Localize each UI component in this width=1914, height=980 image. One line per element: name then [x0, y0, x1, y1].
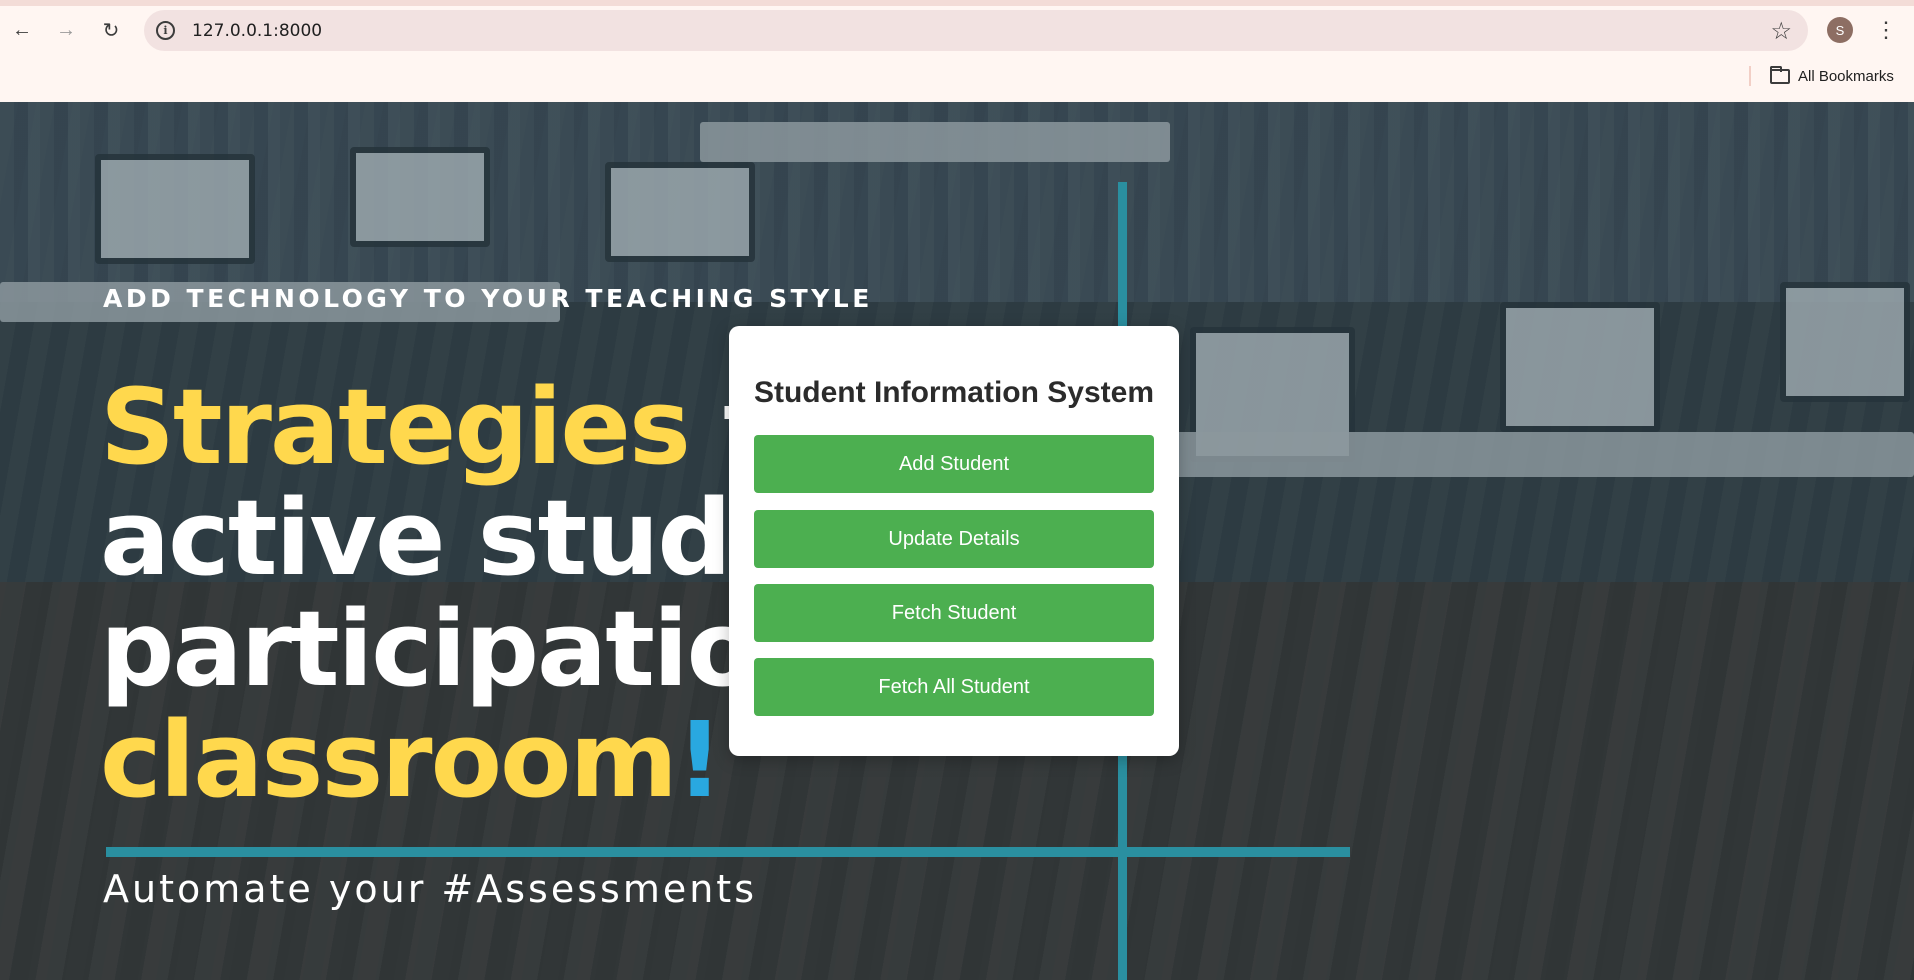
- all-bookmarks-button[interactable]: All Bookmarks: [1770, 64, 1894, 88]
- headline-exclamation: !: [675, 699, 723, 821]
- kebab-menu-icon[interactable]: ⋮: [1874, 14, 1898, 46]
- browser-chrome: ← → ↻ i 127.0.0.1:8000 ☆ S ⋮ All Bookmar…: [0, 0, 1914, 102]
- back-button[interactable]: ←: [6, 14, 38, 46]
- hero-tagline: ADD TECHNOLOGY TO YOUR TEACHING STYLE: [103, 284, 873, 313]
- tab-strip: [0, 0, 1914, 6]
- add-student-button[interactable]: Add Student: [754, 435, 1154, 493]
- star-icon[interactable]: ☆: [1770, 17, 1792, 46]
- address-bar[interactable]: i 127.0.0.1:8000 ☆: [144, 10, 1808, 51]
- teal-horizontal-line: [106, 847, 1350, 857]
- url-text[interactable]: 127.0.0.1:8000: [192, 21, 322, 41]
- profile-initial: S: [1835, 22, 1845, 38]
- hero-subtitle: Automate your #Assessments: [103, 867, 757, 911]
- all-bookmarks-label: All Bookmarks: [1798, 67, 1894, 85]
- fetch-student-button[interactable]: Fetch Student: [754, 584, 1154, 642]
- info-icon[interactable]: i: [156, 21, 175, 40]
- headline-highlight-classroom: classroom: [100, 699, 678, 821]
- arrow-right-icon: →: [56, 18, 76, 41]
- reload-icon: ↻: [102, 19, 120, 42]
- update-details-button[interactable]: Update Details: [754, 510, 1154, 568]
- page-content: ADD TECHNOLOGY TO YOUR TEACHING STYLE St…: [0, 102, 1914, 980]
- headline-highlight-strategies: Strategies: [100, 366, 691, 488]
- fetch-all-student-button[interactable]: Fetch All Student: [754, 658, 1154, 716]
- folder-icon: [1770, 65, 1790, 84]
- forward-button[interactable]: →: [50, 14, 82, 46]
- profile-avatar[interactable]: S: [1827, 17, 1853, 43]
- bookmarks-divider: [1749, 66, 1751, 86]
- student-info-card: Student Information System Add Student U…: [729, 326, 1179, 756]
- card-title: Student Information System: [753, 376, 1155, 409]
- arrow-left-icon: ←: [12, 18, 32, 41]
- reload-button[interactable]: ↻: [95, 14, 127, 46]
